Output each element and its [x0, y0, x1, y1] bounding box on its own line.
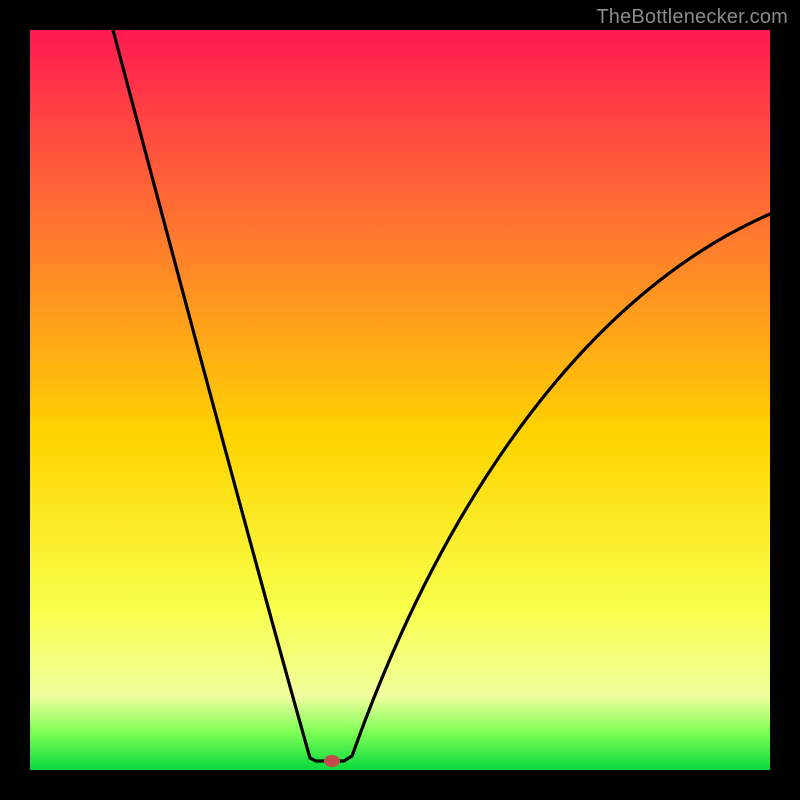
chart-svg: [30, 30, 770, 770]
optimal-marker: [324, 755, 340, 767]
chart-frame: TheBottlenecker.com: [0, 0, 800, 800]
plot-area: [30, 30, 770, 770]
watermark-text: TheBottlenecker.com: [596, 6, 788, 29]
